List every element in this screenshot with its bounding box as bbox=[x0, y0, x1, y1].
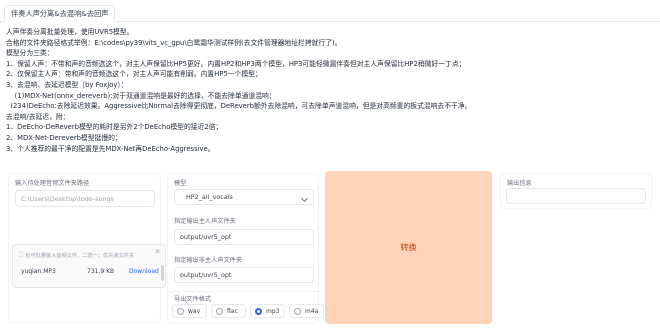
model-select[interactable]: HP2_all_vocals bbox=[174, 189, 314, 205]
description-line: 1、DeEcho-DeReverb模型的耗时是另外2个DeEcho模型的接近2倍… bbox=[6, 123, 223, 132]
radio-icon bbox=[216, 307, 223, 315]
file-icon: 🗋 bbox=[19, 252, 24, 258]
settings-panel: 模型 HP2_all_vocals 指定输出主人声文件夹 output/uvr5… bbox=[167, 173, 324, 324]
format-label: 导出文件格式 bbox=[174, 296, 212, 303]
file-hint-text: 也可批量输入音频文件，二选一，优先读文件夹 bbox=[25, 253, 135, 259]
other-dir-field[interactable]: output/uvr5_opt bbox=[174, 267, 314, 283]
scrollbar[interactable] bbox=[161, 265, 164, 281]
input-dir-field[interactable]: C:\Users\Desktop\todo-songs bbox=[15, 190, 155, 207]
format-options: wav flac mp3 m4a bbox=[172, 304, 324, 318]
description-line: 2、MDX-Net-Dereverb模型挺慢的； bbox=[6, 133, 122, 142]
output-label: 输出信息 bbox=[507, 180, 532, 187]
input-panel: 输入待处理音频文件夹路径 C:\Users\Desktop\todo-songs… bbox=[8, 173, 166, 323]
other-dir-label: 指定输出非主人声文件夹 bbox=[174, 257, 243, 264]
output-panel: 输出信息 bbox=[500, 173, 652, 209]
description-line: 2、仅保留主人声：带和声的音频选这个，对主人声可能有削弱。内置HP5一个模型； bbox=[6, 70, 262, 79]
description-line: (234)DeEcho:去除延迟效果。Aggressive比Normal去除得更… bbox=[6, 102, 472, 111]
format-option-mp3[interactable]: mp3 bbox=[250, 304, 285, 318]
vocal-dir-field[interactable]: output/uvr5_opt bbox=[174, 229, 314, 245]
description-line: 模型分为三类： bbox=[6, 49, 54, 58]
tab-vocal-separation[interactable]: 伴奏人声分离&去混响&去回声 bbox=[4, 5, 116, 22]
file-size: 731.9 KB bbox=[87, 268, 115, 275]
convert-button[interactable]: 转换 bbox=[325, 171, 492, 324]
format-group: 导出文件格式 wav flac mp3 m4a bbox=[168, 291, 324, 324]
input-dir-label: 输入待处理音频文件夹路径 bbox=[15, 180, 90, 187]
description-line: 3、个人推荐的最干净的配置是先MDX-Net再DeEcho-Aggressive… bbox=[6, 144, 215, 153]
description-line: (1)MDX-Net(onnx_dereverb):对于双通道混响是最好的选择，… bbox=[6, 91, 276, 100]
radio-selected-icon bbox=[255, 307, 262, 315]
description-line: 3、去混响、去延迟模型（by FoxJoy）： bbox=[6, 80, 128, 89]
chevron-down-icon bbox=[300, 194, 309, 203]
vocal-dir-label: 指定输出主人声文件夹 bbox=[174, 218, 236, 225]
file-upload-area[interactable]: 🗋 也可批量输入音频文件，二选一，优先读文件夹 ✕ yuqian.MP3 731… bbox=[12, 244, 166, 288]
file-hint: 🗋 也可批量输入音频文件，二选一，优先读文件夹 bbox=[19, 251, 134, 260]
model-label: 模型 bbox=[174, 180, 187, 187]
file-row: yuqian.MP3 731.9 KB Download bbox=[17, 265, 161, 279]
radio-icon bbox=[177, 307, 184, 315]
description-line: 1、保留人声：不带和声的音频选这个，对主人声保留比HP5更好。内置HP2和HP3… bbox=[6, 59, 466, 68]
file-name: yuqian.MP3 bbox=[21, 268, 56, 275]
description-line: 人声伴奏分离批量处理，使用UVR5模型。 bbox=[6, 28, 134, 36]
description-line: 去混响/去延迟，附： bbox=[6, 112, 70, 121]
output-field[interactable] bbox=[506, 188, 646, 204]
description-block: 人声伴奏分离批量处理，使用UVR5模型。 合格的文件夹路径格式举例：E:\cod… bbox=[6, 27, 654, 154]
download-link[interactable]: Download bbox=[129, 268, 159, 275]
description-line: 合格的文件夹路径格式举例：E:\codes\py39\vits_vc_gpu\白… bbox=[6, 38, 342, 47]
format-option-m4a[interactable]: m4a bbox=[289, 304, 324, 318]
close-icon[interactable]: ✕ bbox=[153, 248, 162, 257]
tab-bar: 伴奏人声分离&去混响&去回声 bbox=[0, 0, 660, 22]
format-option-flac[interactable]: flac bbox=[211, 304, 246, 318]
model-value: HP2_all_vocals bbox=[186, 193, 233, 201]
radio-icon bbox=[294, 307, 301, 315]
format-option-wav[interactable]: wav bbox=[172, 304, 207, 318]
